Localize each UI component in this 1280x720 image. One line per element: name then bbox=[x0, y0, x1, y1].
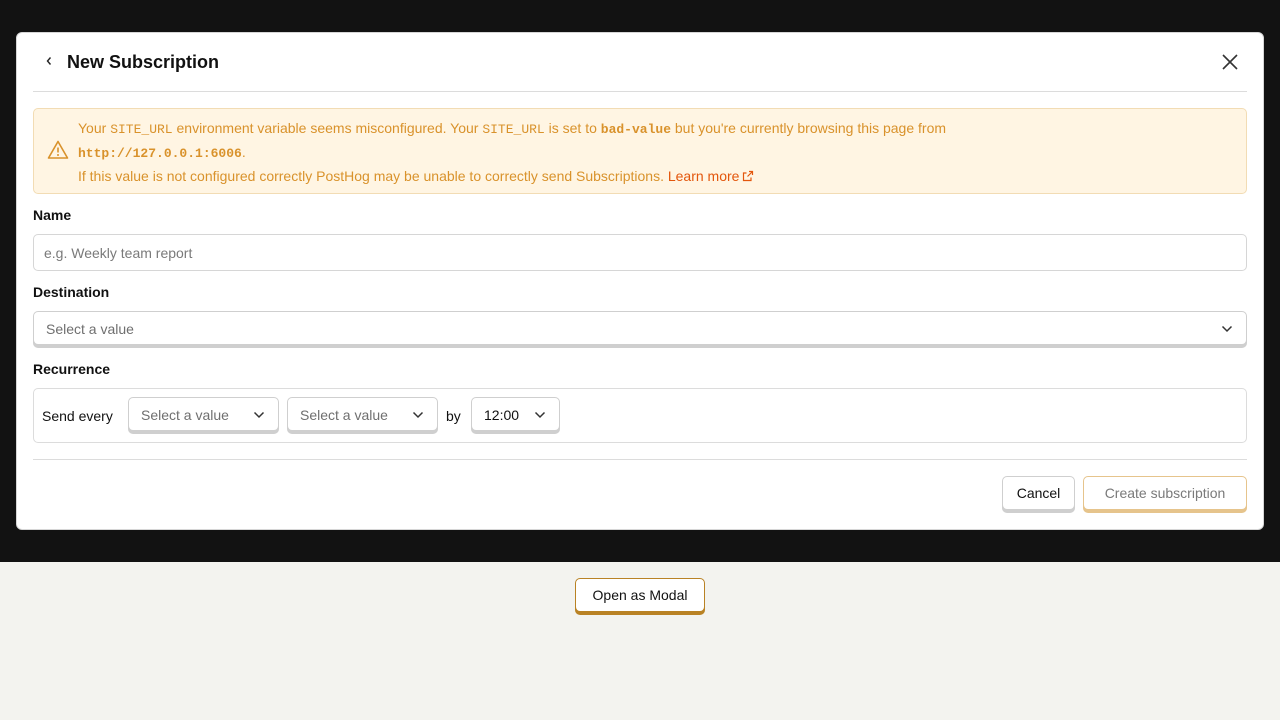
cancel-button[interactable]: Cancel bbox=[1002, 476, 1075, 510]
recurrence-row: Send every Select a value Select a value… bbox=[33, 388, 1247, 443]
warning-text-part: is set to bbox=[544, 120, 601, 136]
chevron-down-icon bbox=[1221, 325, 1233, 333]
time-select[interactable]: 12:00 bbox=[471, 397, 560, 431]
close-icon bbox=[1222, 54, 1238, 70]
open-as-modal-button[interactable]: Open as Modal bbox=[575, 578, 705, 612]
learn-more-label: Learn more bbox=[667, 168, 740, 184]
learn-more-link[interactable]: Learn more bbox=[668, 168, 755, 184]
env-var-name: SITE_URL bbox=[110, 122, 173, 137]
close-button[interactable] bbox=[1219, 51, 1241, 73]
chevron-down-icon bbox=[534, 411, 546, 419]
time-select-value: 12:00 bbox=[484, 407, 520, 423]
modal-title: New Subscription bbox=[67, 52, 220, 72]
warning-text-part: . bbox=[241, 144, 246, 160]
chevron-left-icon bbox=[46, 57, 52, 65]
warning-text-part: but you're currently browsing this page … bbox=[671, 120, 947, 136]
create-subscription-button[interactable]: Create subscription bbox=[1083, 476, 1247, 510]
modal-header: New Subscription bbox=[33, 33, 1247, 92]
destination-select-value: Select a value bbox=[46, 321, 134, 337]
current-origin: http://127.0.0.1:6006 bbox=[78, 146, 242, 161]
warning-text: Your SITE_URL environment variable seems… bbox=[78, 117, 1234, 188]
warning-text-part: Your bbox=[78, 120, 111, 136]
warning-text-part: environment variable seems misconfigured… bbox=[172, 120, 483, 136]
env-var-value: bad-value bbox=[600, 122, 671, 137]
warning-text-part: If this value is not configured correctl… bbox=[78, 168, 664, 184]
by-label: by bbox=[446, 408, 461, 424]
recurrence-label: Recurrence bbox=[33, 361, 111, 377]
env-var-name: SITE_URL bbox=[482, 122, 545, 137]
new-subscription-modal: New Subscription Your SITE_URL environme… bbox=[16, 32, 1264, 530]
footer-divider bbox=[33, 459, 1247, 460]
send-every-label: Send every bbox=[42, 408, 113, 424]
chevron-down-icon bbox=[253, 411, 265, 419]
name-input[interactable] bbox=[33, 234, 1247, 271]
site-url-warning-banner: Your SITE_URL environment variable seems… bbox=[33, 108, 1247, 194]
destination-label: Destination bbox=[33, 284, 110, 300]
back-button[interactable] bbox=[41, 51, 57, 71]
name-label: Name bbox=[33, 207, 72, 223]
interval-select[interactable]: Select a value bbox=[287, 397, 438, 431]
external-link-icon bbox=[743, 170, 754, 182]
chevron-down-icon bbox=[412, 411, 424, 419]
frequency-select[interactable]: Select a value bbox=[128, 397, 279, 431]
warning-icon bbox=[47, 140, 69, 159]
interval-select-value: Select a value bbox=[300, 407, 388, 423]
frequency-select-value: Select a value bbox=[141, 407, 229, 423]
destination-select[interactable]: Select a value bbox=[33, 311, 1247, 345]
